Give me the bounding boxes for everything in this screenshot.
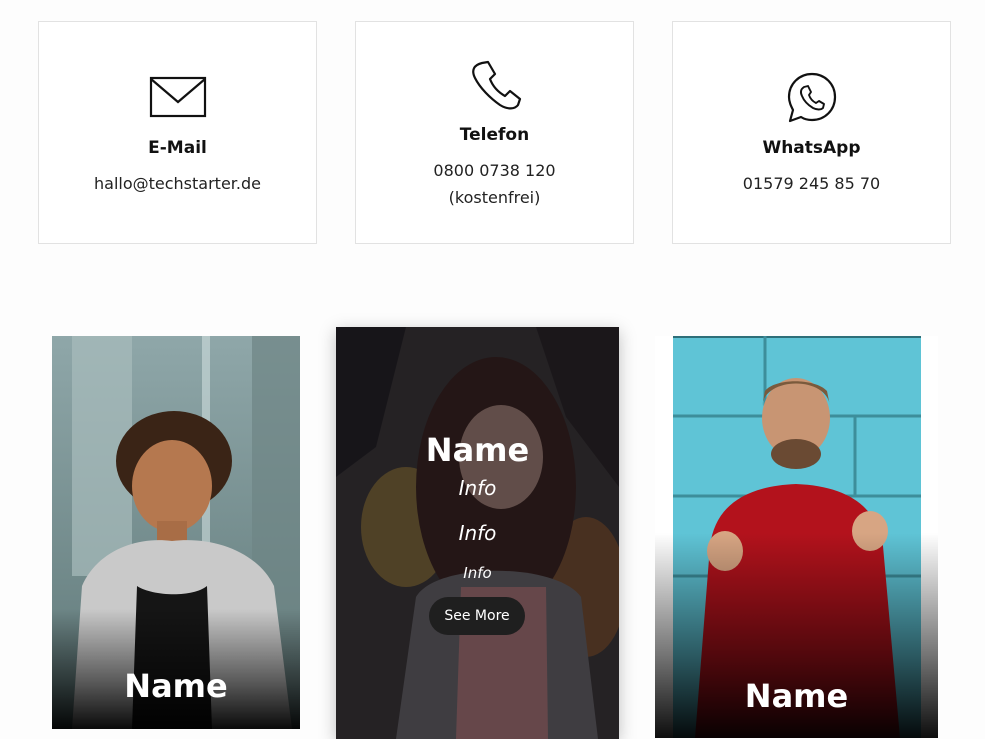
phone-card: Telefon 0800 0738 120 (kostenfrei) [355, 21, 634, 244]
envelope-icon [149, 76, 206, 118]
whatsapp-card: WhatsApp 01579 245 85 70 [672, 21, 951, 244]
team-card-3[interactable]: Name [655, 336, 938, 738]
phone-title: Telefon [459, 125, 530, 145]
whatsapp-number[interactable]: 01579 245 85 70 [673, 171, 950, 197]
phone-number[interactable]: 0800 0738 120 [356, 158, 633, 184]
email-card: E-Mail hallo@techstarter.de [38, 21, 317, 244]
email-title: E-Mail [148, 138, 207, 158]
member-name: Name [425, 431, 530, 469]
team-card-2[interactable]: Name Info Info Info See More [336, 327, 619, 739]
member-info-2: Info [458, 521, 497, 545]
phone-icon [471, 60, 521, 110]
email-address[interactable]: hallo@techstarter.de [39, 171, 316, 197]
member-name: Name [744, 677, 849, 715]
whatsapp-icon [787, 72, 836, 123]
team-card-1[interactable]: Name [52, 336, 300, 729]
member-info-1: Info [458, 476, 497, 500]
member-info-3: Info [463, 564, 492, 582]
whatsapp-title: WhatsApp [762, 138, 861, 158]
see-more-button[interactable]: See More [429, 597, 525, 635]
phone-note: (kostenfrei) [448, 188, 541, 207]
member-name: Name [124, 667, 228, 705]
